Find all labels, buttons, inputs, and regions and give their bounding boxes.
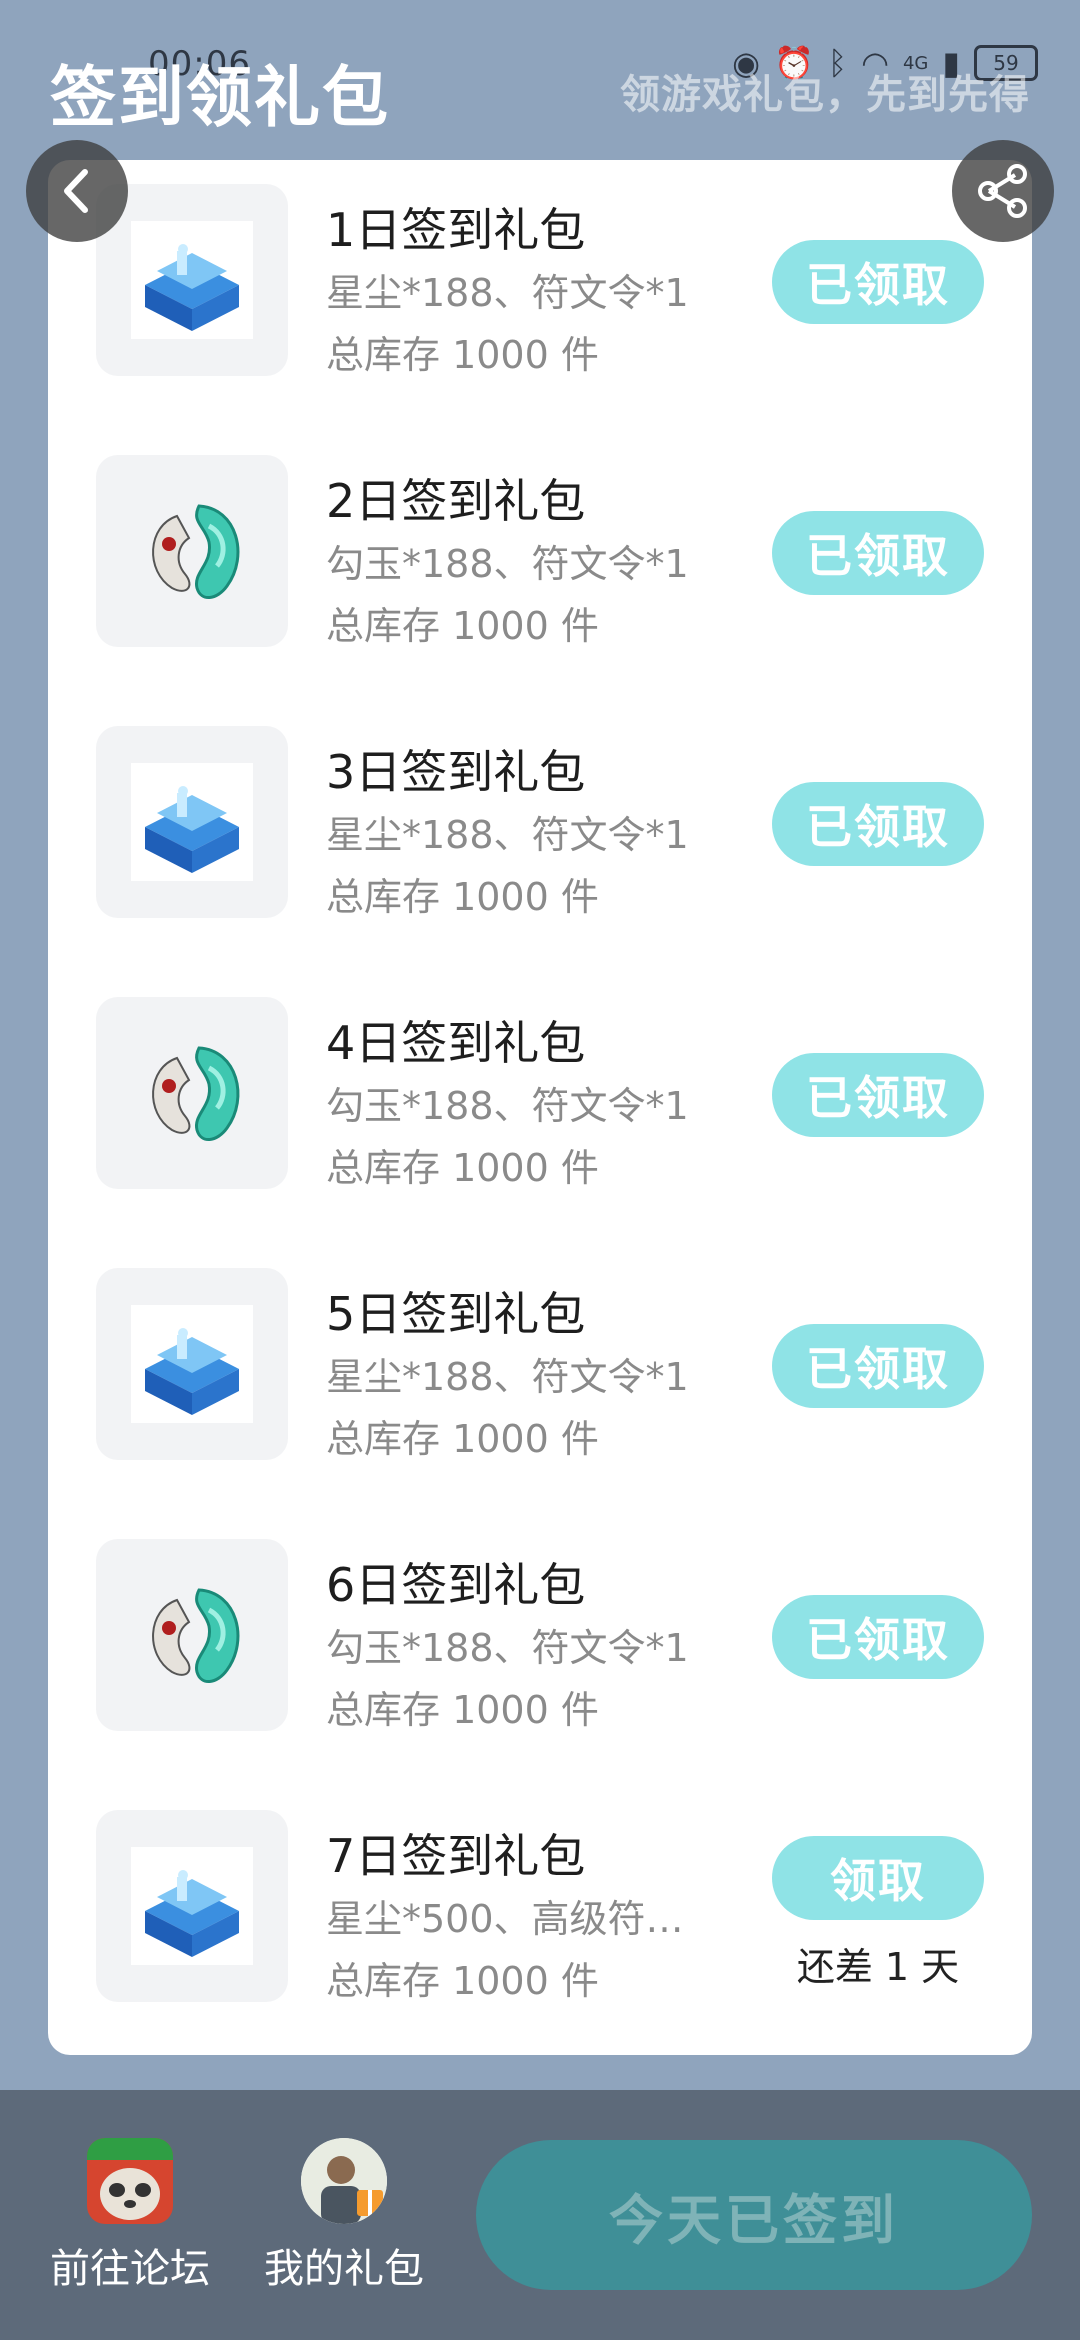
header-slogan: 领游戏礼包，先到先得 [620,72,1030,118]
blue-chest-icon [131,763,253,881]
gift-thumbnail [96,1539,288,1731]
my-gifts-label: 我的礼包 [264,2246,424,2292]
claimed-button[interactable]: 已领取 [772,1053,984,1137]
gift-name: 2日签到礼包 [326,474,586,528]
gift-row: 6日签到礼包勾玉*188、符文令*1 总库存 1000 件 已领取 [48,1539,1032,1810]
gift-row: 7日签到礼包星尘*500、高级符… 总库存 1000 件 领取还差 1 天 [48,1810,1032,2055]
gift-list-card: 1日签到礼包 星尘*188、符文令*1 总库存 1000 件已领取 2日签到礼包 勾玉… [48,160,1032,2055]
gift-thumbnail [96,1810,288,2002]
gift-name: 1日签到礼包 [326,203,586,257]
forum-entry[interactable]: 前往论坛 [40,2138,220,2294]
gift-stock: 总库存 1000 件 [326,1959,599,2003]
jade-magatama-icon [152,1046,240,1141]
gift-content: 星尘*188、符文令*1 [326,1355,689,1399]
forum-label: 前往论坛 [50,2246,210,2292]
gift-row: 4日签到礼包勾玉*188、符文令*1 总库存 1000 件 已领取 [48,997,1032,1268]
gift-row: 3日签到礼包星尘*188、符文令*1 总库存 1000 件 已领取 [48,726,1032,997]
gift-content: 勾玉*188、符文令*1 [326,1084,689,1128]
gift-thumbnail [96,455,288,647]
blue-chest-icon [131,221,253,339]
jade-magatama-icon [152,504,240,599]
gift-thumbnail [96,184,288,376]
claimed-button[interactable]: 已领取 [772,1324,984,1408]
bottom-bar: 前往论坛 我的礼包 今天已签到 [0,2090,1080,2340]
days-remaining-note: 还差 1 天 [796,1945,960,1989]
back-button[interactable] [26,140,128,242]
gift-stock: 总库存 1000 件 [326,1688,599,1732]
gift-content: 勾玉*188、符文令*1 [326,1626,689,1670]
gift-row: 1日签到礼包星尘*188、符文令*1 总库存 1000 件 已领取 [48,184,1032,455]
gift-content: 星尘*188、符文令*1 [326,271,689,315]
gift-stock: 总库存 1000 件 [326,1146,599,1190]
gift-thumbnail [96,726,288,918]
signed-today-button[interactable]: 今天已签到 [476,2140,1032,2290]
user-avatar-icon [301,2138,387,2224]
gift-row: 5日签到礼包星尘*188、符文令*1 总库存 1000 件 已领取 [48,1268,1032,1539]
share-icon [978,164,1027,218]
share-button[interactable] [952,140,1054,242]
claimed-button[interactable]: 已领取 [772,1595,984,1679]
gift-content: 星尘*188、符文令*1 [326,813,689,857]
chevron-left-icon [64,169,88,213]
gift-name: 3日签到礼包 [326,745,586,799]
gift-content: 勾玉*188、符文令*1 [326,542,689,586]
gift-stock: 总库存 1000 件 [326,333,599,377]
page-title: 签到领礼包 [50,59,390,136]
gift-thumbnail [96,997,288,1189]
claimed-button[interactable]: 已领取 [772,782,984,866]
blue-chest-icon [131,1305,253,1423]
gift-name: 6日签到礼包 [326,1558,586,1612]
blue-chest-icon [131,1847,253,1965]
gift-content: 星尘*500、高级符… [326,1897,684,1941]
gift-stock: 总库存 1000 件 [326,1417,599,1461]
gift-stock: 总库存 1000 件 [326,604,599,648]
jade-magatama-icon [152,1588,240,1683]
gift-name: 4日签到礼包 [326,1016,586,1070]
gift-stock: 总库存 1000 件 [326,875,599,919]
gift-name: 5日签到礼包 [326,1287,586,1341]
game-avatar-icon [87,2138,173,2224]
claimed-button[interactable]: 已领取 [772,240,984,324]
claim-button[interactable]: 领取 [772,1836,984,1920]
claimed-button[interactable]: 已领取 [772,511,984,595]
my-gifts-entry[interactable]: 我的礼包 [254,2138,434,2294]
gift-row: 2日签到礼包勾玉*188、符文令*1 总库存 1000 件 已领取 [48,455,1032,726]
gift-thumbnail [96,1268,288,1460]
gift-name: 7日签到礼包 [326,1829,586,1883]
